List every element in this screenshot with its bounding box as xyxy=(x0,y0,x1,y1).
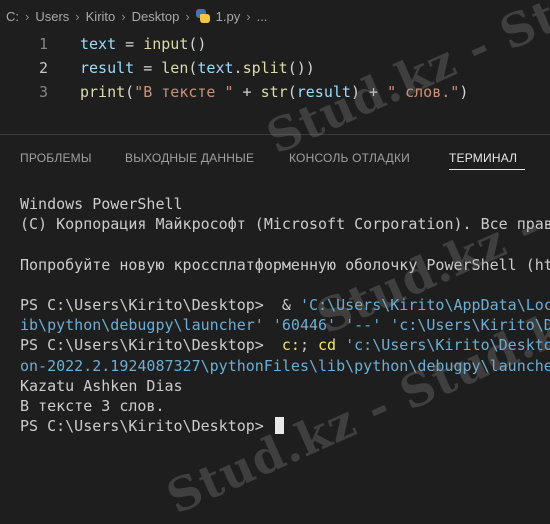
code-token: ) xyxy=(459,83,469,101)
terminal-text: (C) Корпорация Майкрософт (Microsoft Cor… xyxy=(20,215,550,234)
code-token: + xyxy=(233,83,261,101)
terminal-text: Kazatu Ashken Dias xyxy=(20,376,183,395)
terminal-text: PS C:\Users\Kirito\Desktop> xyxy=(20,336,282,355)
terminal-line: В тексте 3 слов. xyxy=(20,396,550,416)
terminal-line: (C) Корпорация Майкрософт (Microsoft Cor… xyxy=(20,214,550,234)
terminal-output[interactable]: Windows PowerShell (C) Корпорация Майкрос… xyxy=(20,194,550,436)
code-token: input xyxy=(143,35,189,53)
code-token: print xyxy=(80,83,126,101)
terminal-text: '60446' xyxy=(272,316,337,335)
terminal-text: cd xyxy=(318,336,337,355)
chevron-right-icon: › xyxy=(75,8,80,24)
code-token: result xyxy=(296,83,351,101)
breadcrumb-ellipsis[interactable]: ... xyxy=(257,9,268,24)
line-number: 3 xyxy=(38,83,48,101)
terminal-text: PS C:\Users\Kirito\Desktop> xyxy=(20,417,273,436)
tab-debug-console[interactable]: КОНСОЛЬ ОТЛАДКИ xyxy=(289,151,410,165)
line-number: 2 xyxy=(38,59,48,77)
terminal-text: В тексте 3 слов. xyxy=(20,396,165,415)
code-token: " слов." xyxy=(387,83,460,101)
code-text: print("В тексте " + str(result) + " слов… xyxy=(48,83,468,101)
code-token: ( xyxy=(287,83,297,101)
code-line[interactable]: 3 print("В тексте " + str(result) + " сло… xyxy=(0,80,550,104)
breadcrumb-item-drive[interactable]: C: xyxy=(6,9,19,24)
terminal-line: on-2022.2.1924087327\pythonFiles\lib\pyt… xyxy=(20,356,550,376)
terminal-text: c: xyxy=(281,336,300,355)
terminal-line: PS C:\Users\Kirito\Desktop> & 'C:\Users\… xyxy=(20,295,550,315)
terminal-text: 'c:\Users\Kirito\Deskto xyxy=(345,336,550,355)
code-token: split xyxy=(242,59,288,77)
breadcrumb-item-file[interactable]: 1.py xyxy=(216,9,241,24)
code-line[interactable]: 2 result = len(text.split()) xyxy=(0,56,550,80)
tab-problems[interactable]: ПРОБЛЕМЫ xyxy=(20,151,92,165)
active-tab-indicator xyxy=(449,169,525,170)
terminal-line: ib\python\debugpy\launcher' '60446' '--'… xyxy=(20,315,550,335)
terminal-line: Windows PowerShell xyxy=(20,194,550,214)
panel-divider xyxy=(0,134,550,135)
terminal-text: ; xyxy=(299,336,319,355)
code-text: text = input() xyxy=(48,35,206,53)
panel-tabs: ПРОБЛЕМЫ ВЫХОДНЫЕ ДАННЫЕ КОНСОЛЬ ОТЛАДКИ… xyxy=(0,148,550,170)
code-token: . xyxy=(233,59,243,77)
code-token: "В тексте " xyxy=(134,83,234,101)
terminal-line: PS C:\Users\Kirito\Desktop> c:; cd 'c:\U… xyxy=(20,335,550,355)
tab-output[interactable]: ВЫХОДНЫЕ ДАННЫЕ xyxy=(125,151,254,165)
breadcrumb-item-desktop[interactable]: Desktop xyxy=(132,9,180,24)
terminal-text: '--' xyxy=(345,316,382,335)
code-token: ( xyxy=(125,83,135,101)
terminal-text: ib\python\debugpy\launcher' xyxy=(20,316,264,335)
terminal-text: Попробуйте новую кроссплатформенную обол… xyxy=(20,255,550,274)
terminal-text: PS C:\Users\Kirito\Desktop> & xyxy=(20,295,300,314)
code-token: ) + xyxy=(350,83,388,101)
code-token: () xyxy=(188,35,207,53)
python-file-icon xyxy=(195,9,210,23)
code-token: text xyxy=(80,35,117,53)
terminal-text: 'C:\Users\Kirito\AppData\Loc xyxy=(299,295,550,314)
breadcrumb: C: › Users › Kirito › Desktop › 1.py › .… xyxy=(0,0,550,32)
terminal-line: Kazatu Ashken Dias xyxy=(20,376,550,396)
chevron-right-icon: › xyxy=(121,8,126,24)
chevron-right-icon: › xyxy=(246,8,251,24)
tab-terminal[interactable]: ТЕРМИНАЛ xyxy=(449,151,517,165)
code-token: = xyxy=(116,35,144,53)
line-number: 1 xyxy=(38,35,48,53)
code-token: ()) xyxy=(287,59,315,77)
terminal-line: PS C:\Users\Kirito\Desktop> xyxy=(20,416,550,436)
breadcrumb-item-kirito[interactable]: Kirito xyxy=(86,9,116,24)
terminal-text: Windows PowerShell xyxy=(20,195,183,213)
breadcrumb-item-users[interactable]: Users xyxy=(35,9,69,24)
code-editor[interactable]: 1 text = input() 2 result = len(text.split(… xyxy=(0,32,550,104)
terminal-text: 'c:\Users\Kirito\D xyxy=(390,316,550,335)
chevron-right-icon: › xyxy=(185,8,190,24)
code-line[interactable]: 1 text = input() xyxy=(0,32,550,56)
terminal-cursor xyxy=(274,417,284,435)
code-text: result = len(text.split()) xyxy=(48,59,315,77)
code-token: len xyxy=(161,59,189,77)
terminal-line: Попробуйте новую кроссплатформенную обол… xyxy=(20,255,550,275)
code-token: result xyxy=(80,59,135,77)
terminal-text: on-2022.2.1924087327\pythonFiles\lib\pyt… xyxy=(20,356,550,375)
code-token: text xyxy=(197,59,234,77)
chevron-right-icon: › xyxy=(25,8,30,24)
code-token: str xyxy=(260,83,288,101)
code-token: = xyxy=(134,59,162,77)
